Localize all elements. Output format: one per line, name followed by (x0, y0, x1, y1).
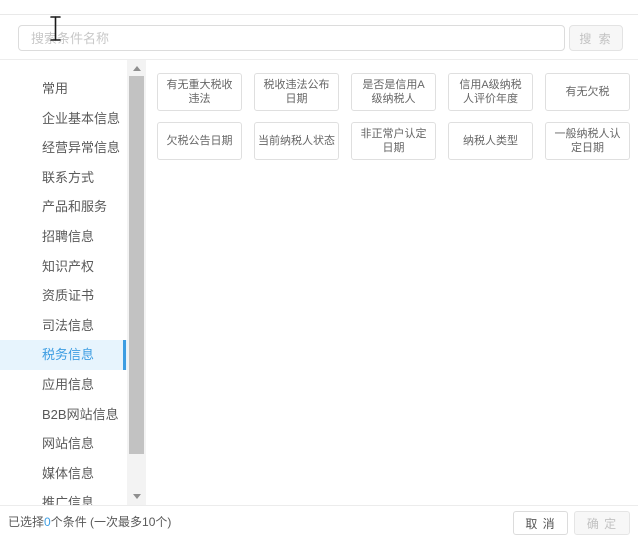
condition-chip-tax-arrears-notice-date[interactable]: 欠税公告日期 (157, 122, 242, 160)
search-input[interactable] (18, 25, 565, 51)
sidebar-item-application-info[interactable]: 应用信息 (0, 370, 127, 400)
sidebar-item-promotion-info[interactable]: 推广信息 (0, 488, 127, 505)
top-divider (0, 14, 638, 15)
condition-chip-has-tax-arrears[interactable]: 有无欠税 (545, 73, 630, 111)
sidebar-item-products-services[interactable]: 产品和服务 (0, 192, 127, 222)
sidebar-item-judicial-info[interactable]: 司法信息 (0, 311, 127, 341)
selected-count: 0 (44, 515, 51, 529)
selected-indicator-bar (123, 340, 126, 370)
sidebar-item-qualification-certificates[interactable]: 资质证书 (0, 281, 127, 311)
sidebar-item-label: 税务信息 (42, 347, 94, 362)
scroll-up-arrow-icon[interactable] (127, 60, 146, 76)
sidebar-item-b2b-website-info[interactable]: B2B网站信息 (0, 400, 127, 430)
sidebar-scrollbar[interactable] (127, 60, 146, 505)
sidebar-item-contact-info[interactable]: 联系方式 (0, 163, 127, 193)
summary-suffix: 个条件 (一次最多10个) (51, 513, 172, 530)
condition-chip-grid: 有无重大税收 违法 税收违法公布 日期 是否是信用A 级纳税人 信用A级纳税 人… (157, 73, 632, 160)
confirm-button[interactable]: 确 定 (574, 511, 630, 535)
category-sidebar: 常用 企业基本信息 经营异常信息 联系方式 产品和服务 招聘信息 知识产权 资质… (0, 60, 127, 505)
scroll-down-arrow-icon[interactable] (127, 489, 146, 505)
condition-chip-major-tax-violation[interactable]: 有无重大税收 违法 (157, 73, 242, 111)
condition-chip-grade-a-evaluation-year[interactable]: 信用A级纳税 人评价年度 (448, 73, 533, 111)
condition-chip-taxpayer-type[interactable]: 纳税人类型 (448, 122, 533, 160)
sidebar-item-website-info[interactable]: 网站信息 (0, 429, 127, 459)
condition-chip-is-grade-a-taxpayer[interactable]: 是否是信用A 级纳税人 (351, 73, 436, 111)
condition-chip-abnormal-account-date[interactable]: 非正常户认定 日期 (351, 122, 436, 160)
condition-picker-dialog: 搜 索 常用 企业基本信息 经营异常信息 联系方式 产品和服务 招聘信息 知识产… (0, 0, 638, 538)
sidebar-item-common[interactable]: 常用 (0, 74, 127, 104)
scrollbar-thumb[interactable] (129, 76, 144, 454)
cancel-button[interactable]: 取 消 (513, 511, 568, 535)
sidebar-item-intellectual-property[interactable]: 知识产权 (0, 252, 127, 282)
sidebar-item-tax-info[interactable]: 税务信息 (0, 340, 127, 370)
condition-chip-current-taxpayer-status[interactable]: 当前纳税人状态 (254, 122, 339, 160)
selection-summary: 已选择0个条件 (一次最多10个) (8, 505, 171, 538)
summary-prefix: 已选择 (8, 513, 44, 530)
condition-chip-general-taxpayer-date[interactable]: 一般纳税人认 定日期 (545, 122, 630, 160)
search-button[interactable]: 搜 索 (569, 25, 623, 51)
sidebar-item-business-abnormal-info[interactable]: 经营异常信息 (0, 133, 127, 163)
sidebar-item-media-info[interactable]: 媒体信息 (0, 459, 127, 489)
sidebar-item-recruitment-info[interactable]: 招聘信息 (0, 222, 127, 252)
sidebar-item-company-basic-info[interactable]: 企业基本信息 (0, 104, 127, 134)
condition-chip-tax-violation-publish-date[interactable]: 税收违法公布 日期 (254, 73, 339, 111)
ibeam-cursor-icon (48, 15, 63, 42)
